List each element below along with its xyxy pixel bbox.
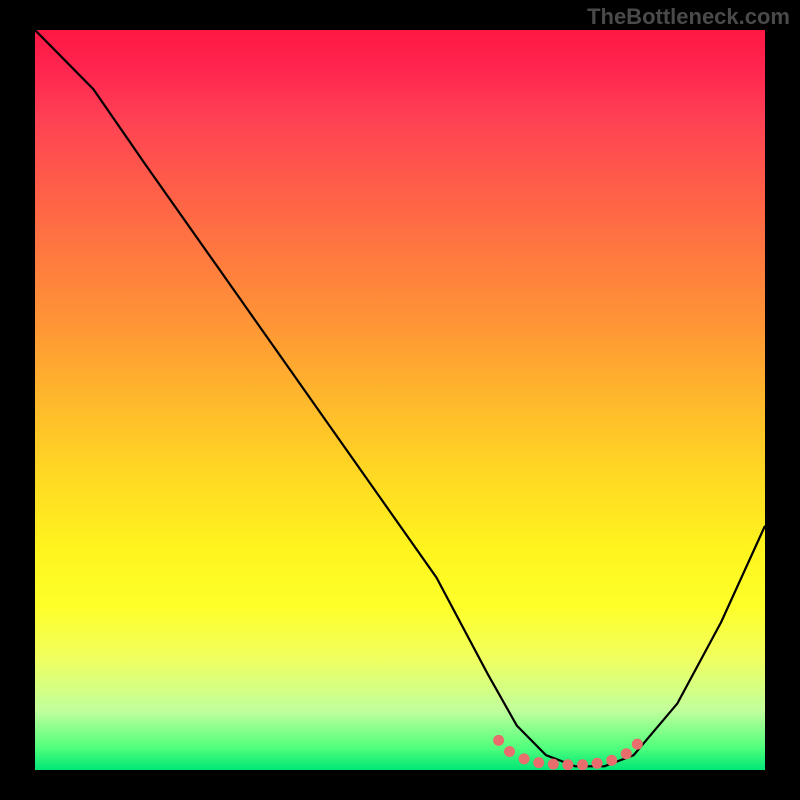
coral-dot [519, 753, 530, 764]
watermark-text: TheBottleneck.com [587, 4, 790, 30]
coral-dot [504, 746, 515, 757]
coral-dot [533, 757, 544, 768]
coral-dots-group [493, 735, 643, 770]
coral-dot [548, 759, 559, 770]
chart-svg [35, 30, 765, 770]
coral-dot [632, 739, 643, 750]
coral-dot [562, 759, 573, 770]
coral-dot [621, 748, 632, 759]
coral-dot [592, 758, 603, 769]
plot-area [35, 30, 765, 770]
bottleneck-curve-line [35, 30, 765, 766]
coral-dot [577, 759, 588, 770]
coral-dot [493, 735, 504, 746]
coral-dot [606, 755, 617, 766]
